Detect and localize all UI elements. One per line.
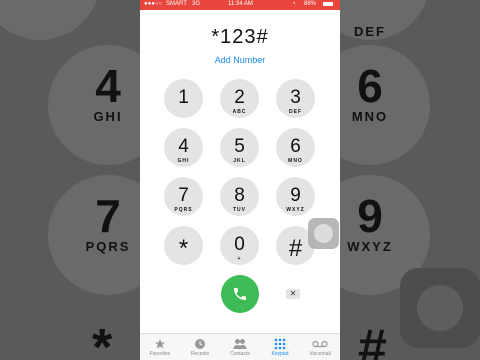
key-6[interactable]: 6 MNO xyxy=(276,128,315,167)
dialed-number: *123# xyxy=(211,26,269,48)
tab-bar: Favorites Recents Contacts Keypad Voicem… xyxy=(140,333,340,360)
assistive-touch-button[interactable] xyxy=(308,218,339,249)
add-number-link[interactable]: Add Number xyxy=(140,55,340,65)
bg-letters: PQRS xyxy=(85,239,131,254)
battery-percent: 88% xyxy=(304,1,317,7)
key-digit: 9 xyxy=(290,185,301,206)
key-digit: 2 xyxy=(234,87,245,108)
key-digit: 5 xyxy=(234,136,245,157)
bg-key-3: DEF xyxy=(340,0,430,40)
tab-label: Recents xyxy=(190,351,210,357)
key-digit: * xyxy=(178,235,189,262)
tab-favorites[interactable]: Favorites xyxy=(140,334,180,360)
key-digit: 8 xyxy=(234,185,245,206)
key-letters: ABC xyxy=(232,109,247,115)
key-letters: PQRS xyxy=(174,207,193,213)
bg-digit: 6 xyxy=(357,60,383,112)
star-icon xyxy=(155,339,165,349)
bg-key-top xyxy=(0,0,100,40)
bg-letters: MNO xyxy=(351,109,389,124)
bg-digit: 4 xyxy=(95,60,121,112)
network: 3G xyxy=(192,1,201,7)
phone-icon xyxy=(234,288,246,300)
clock: 11:34 AM xyxy=(228,1,253,7)
background-left: 4 GHI 7 PQRS * xyxy=(0,0,140,360)
key-4[interactable]: 4 GHI xyxy=(164,128,203,167)
keypad-icon xyxy=(274,338,286,350)
bg-key-4: 4 GHI xyxy=(48,45,140,165)
tab-recents[interactable]: Recents xyxy=(180,334,220,360)
tab-keypad[interactable]: Keypad xyxy=(260,334,300,360)
bg-digit: 9 xyxy=(357,190,383,242)
key-0[interactable]: 0 + xyxy=(220,226,259,265)
bg-digit: 7 xyxy=(95,190,121,242)
key-letters: JKL xyxy=(233,158,246,164)
key-letters: TUV xyxy=(233,207,246,213)
tab-label: Keypad xyxy=(271,351,289,357)
wifi-icon: ◔ xyxy=(292,1,296,7)
bg-key-6: 6 MNO xyxy=(340,45,430,165)
key-star[interactable]: * xyxy=(164,226,203,265)
assistive-touch-background xyxy=(400,268,480,348)
tab-label: Favorites xyxy=(149,351,171,357)
carrier: SMART xyxy=(166,1,187,7)
tab-label: Contacts xyxy=(230,351,250,357)
key-digit: 4 xyxy=(178,136,189,157)
contacts-icon xyxy=(233,339,247,349)
delete-button[interactable]: ✕ xyxy=(286,289,300,299)
key-digit: 3 xyxy=(290,87,301,108)
key-7[interactable]: 7 PQRS xyxy=(164,177,203,216)
key-letters: WXYZ xyxy=(286,207,305,213)
key-1[interactable]: 1 xyxy=(164,79,203,118)
tab-label: Voicemail xyxy=(309,351,331,357)
bg-key-7: 7 PQRS xyxy=(48,175,140,295)
key-digit: 0 xyxy=(234,234,245,255)
tab-voicemail[interactable]: Voicemail xyxy=(300,334,340,360)
delete-icon: ✕ xyxy=(289,289,297,298)
key-5[interactable]: 5 JKL xyxy=(220,128,259,167)
key-digit: 1 xyxy=(178,87,189,108)
phone-screen: ●●●○○ SMART 3G 11:34 AM ◔ 88% *123# Add … xyxy=(140,0,340,360)
key-digit: 6 xyxy=(290,136,301,157)
key-9[interactable]: 9 WXYZ xyxy=(276,177,315,216)
bg-letters: DEF xyxy=(354,24,386,39)
bg-letters: WXYZ xyxy=(347,239,393,254)
key-2[interactable]: 2 ABC xyxy=(220,79,259,118)
key-letters: + xyxy=(237,256,242,262)
call-button[interactable] xyxy=(221,275,259,313)
key-3[interactable]: 3 DEF xyxy=(276,79,315,118)
tab-contacts[interactable]: Contacts xyxy=(220,334,260,360)
signal-icon: ●●●○○ xyxy=(144,1,163,7)
battery-icon xyxy=(323,2,333,6)
key-digit: 7 xyxy=(178,185,189,206)
voicemail-icon xyxy=(312,340,328,348)
key-letters: MNO xyxy=(288,158,303,164)
status-bar: ●●●○○ SMART 3G 11:34 AM ◔ 88% xyxy=(140,0,340,10)
key-letters: GHI xyxy=(177,158,190,164)
bg-star: * xyxy=(92,319,113,360)
bg-letters: GHI xyxy=(93,109,123,124)
key-letters: DEF xyxy=(289,109,302,115)
key-8[interactable]: 8 TUV xyxy=(220,177,259,216)
bg-hash: # xyxy=(358,319,387,360)
clock-icon xyxy=(195,339,205,349)
